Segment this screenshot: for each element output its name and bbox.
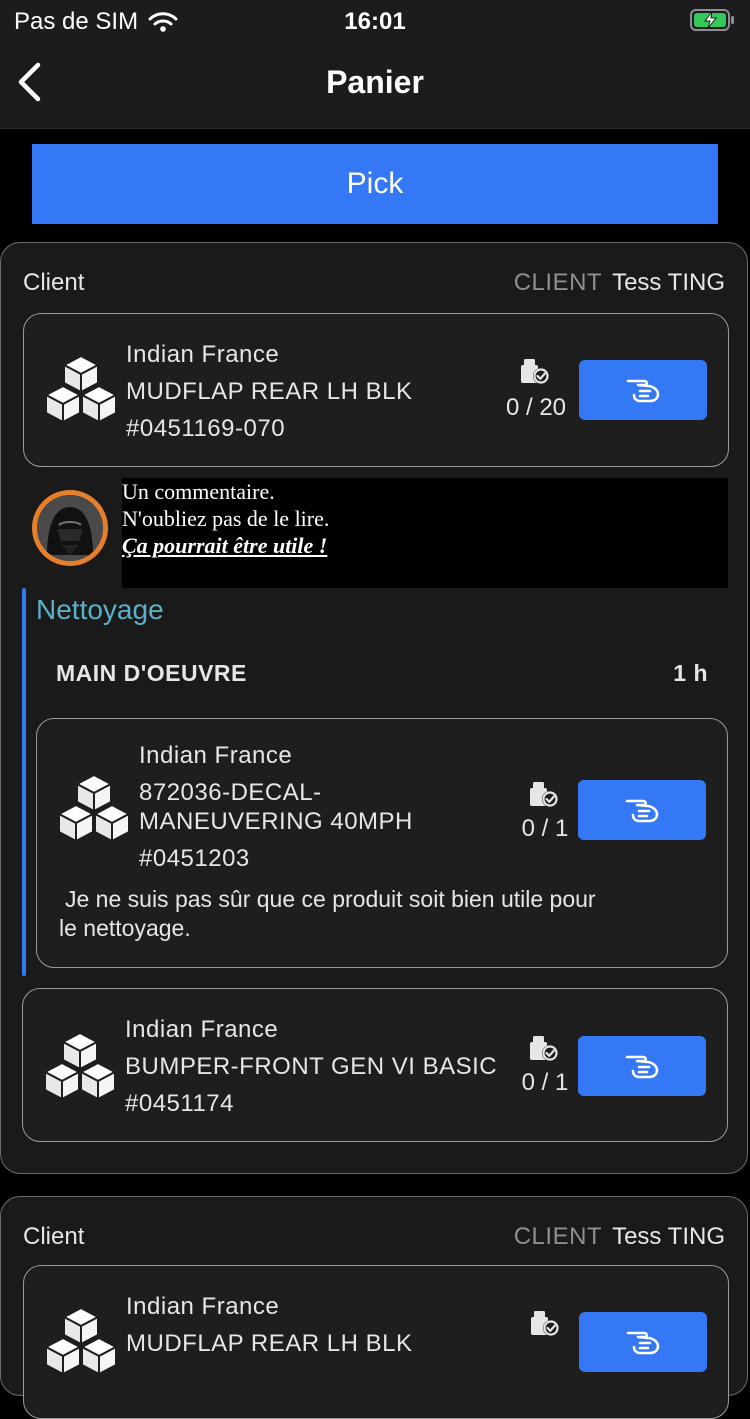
group-header: Client CLIENT Tess TING	[23, 1223, 725, 1251]
product-name: BUMPER-FRONT GEN VI BASIC	[125, 1053, 498, 1080]
labor-label: MAIN D'OEUVRE	[56, 660, 247, 686]
product-info: Indian France MUDFLAP REAR LH BLK #04511…	[126, 336, 412, 447]
pick-item-button[interactable]	[579, 360, 707, 420]
comment-text: Un commentaire. N'oubliez pas de le lire…	[122, 478, 728, 588]
labor-value: 1 h	[673, 660, 708, 686]
product-name-line: MANEUVERING 40MPH	[139, 808, 413, 835]
product-ref: #0451169-070	[126, 415, 286, 442]
product-name: MUDFLAP REAR LH BLK	[126, 1330, 413, 1357]
pick-item-button[interactable]	[579, 1312, 707, 1372]
client-info: CLIENT Tess TING	[514, 269, 725, 297]
comment: Un commentaire. N'oubliez pas de le lire…	[30, 478, 730, 588]
cubes-icon	[57, 773, 131, 843]
client-key: CLIENT	[513, 1223, 603, 1250]
pick-count: 0 / 20	[505, 394, 567, 421]
hand-pick-icon	[625, 797, 659, 823]
stock-check-icon	[529, 781, 559, 809]
client-group: Client CLIENT Tess TING Indian France MUD…	[0, 1196, 748, 1419]
top-bar: Pas de SIM 16:01 Panier	[0, 0, 750, 129]
hand-pick-icon	[626, 1329, 660, 1355]
client-key: CLIENT	[513, 269, 603, 296]
section-title: Nettoyage	[36, 594, 164, 625]
product-card[interactable]: Indian France MUDFLAP REAR LH BLK #04511…	[23, 313, 729, 467]
hand-pick-icon	[625, 1053, 659, 1079]
pick-count: 0 / 1	[521, 815, 569, 842]
product-brand: Indian France	[126, 1293, 280, 1320]
stock-check-icon	[529, 1035, 559, 1063]
group-label: Client	[23, 269, 85, 296]
labor-row: MAIN D'OEUVRE 1 h	[56, 660, 708, 687]
stock-check-icon	[520, 358, 550, 386]
product-card[interactable]: Indian France BUMPER-FRONT GEN VI BASIC …	[22, 988, 728, 1142]
comment-line: Un commentaire.	[122, 479, 275, 504]
pick-button[interactable]: Pick	[32, 144, 718, 224]
client-name: Tess TING	[612, 269, 725, 296]
client-info: CLIENT Tess TING	[514, 1223, 725, 1251]
battery-charging-icon	[690, 8, 736, 39]
pick-item-button[interactable]	[578, 780, 706, 840]
client-name: Tess TING	[612, 1223, 725, 1250]
pick-item-button[interactable]	[578, 1036, 706, 1096]
product-brand: Indian France	[125, 1016, 279, 1043]
product-ref: #0451203	[139, 845, 250, 872]
note-line: Je ne suis pas sûr que ce produit soit b…	[65, 886, 596, 912]
product-note: Je ne suis pas sûr que ce produit soit b…	[59, 885, 596, 943]
page-title: Panier	[326, 64, 424, 100]
product-info: Indian France BUMPER-FRONT GEN VI BASIC …	[125, 1011, 497, 1122]
cubes-icon	[44, 354, 118, 424]
status-bar: Pas de SIM 16:01	[0, 6, 750, 38]
cubes-icon	[43, 1031, 117, 1101]
product-card[interactable]: Indian France MUDFLAP REAR LH BLK	[23, 1265, 729, 1419]
product-info: Indian France 872036-DECAL- MANEUVERING …	[139, 741, 413, 873]
group-header: Client CLIENT Tess TING	[23, 269, 725, 297]
pick-count: 0 / 1	[521, 1069, 569, 1096]
avatar	[32, 490, 108, 566]
cubes-icon	[44, 1306, 118, 1376]
helmet-avatar-icon	[37, 495, 103, 561]
note-line: le nettoyage.	[59, 915, 191, 941]
hand-pick-icon	[626, 377, 660, 403]
product-card[interactable]: Indian France 872036-DECAL- MANEUVERING …	[36, 718, 728, 968]
product-ref: #0451174	[125, 1090, 234, 1117]
clock: 16:01	[344, 8, 406, 35]
product-brand: Indian France	[126, 341, 280, 368]
comment-line: N'oubliez pas de le lire.	[122, 506, 330, 531]
section-accent-bar	[22, 588, 26, 976]
comment-emphasis: Ça pourrait être utile !	[122, 533, 328, 558]
group-label: Client	[23, 1223, 85, 1250]
product-name-line: 872036-DECAL-	[139, 779, 322, 806]
product-name: MUDFLAP REAR LH BLK	[126, 378, 413, 405]
product-info: Indian France MUDFLAP REAR LH BLK	[126, 1288, 412, 1362]
product-brand: Indian France	[139, 742, 293, 769]
